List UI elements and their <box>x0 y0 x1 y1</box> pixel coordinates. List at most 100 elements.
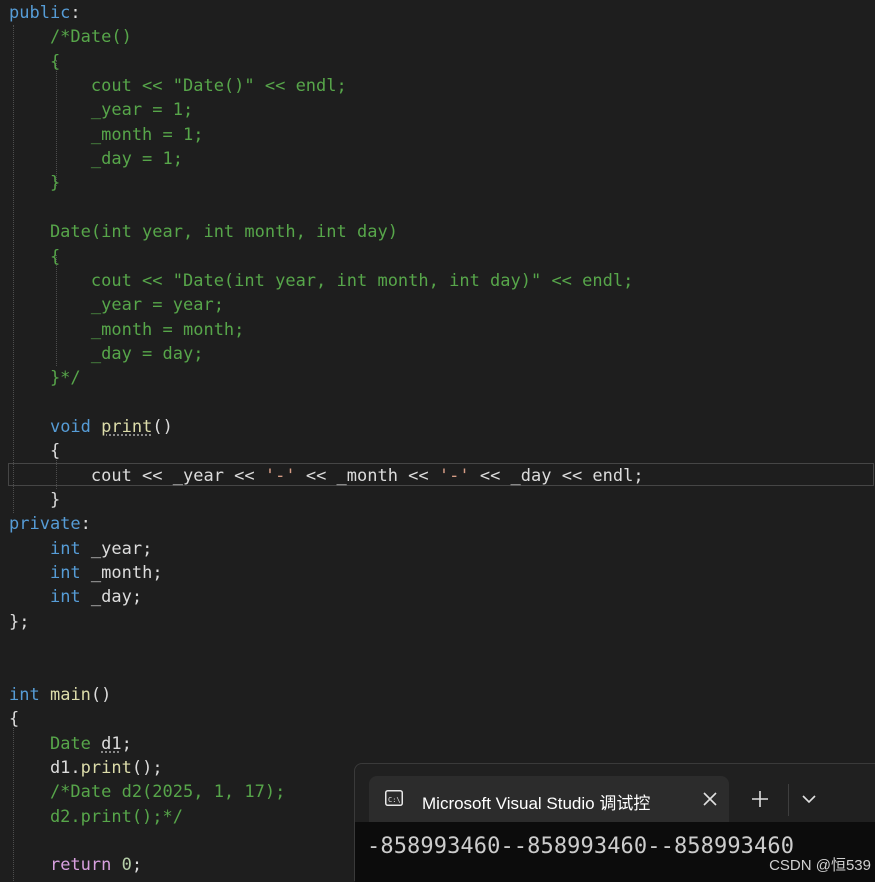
svg-text:C:\: C:\ <box>388 796 401 804</box>
code-token: << _month << <box>295 465 439 486</box>
code-line: cout << "Date(int year, int month, int d… <box>9 269 633 293</box>
code-token: main <box>49 684 91 705</box>
code-token: void <box>49 416 91 437</box>
code-token: print <box>80 757 132 778</box>
watermark: CSDN @恒539 <box>769 857 871 874</box>
code-token: d1 <box>101 733 122 754</box>
code-token: _month; <box>80 563 163 584</box>
code-token: _month = 1; <box>9 124 204 145</box>
code-line: }; <box>9 610 29 634</box>
code-line: _day = 1; <box>9 147 183 171</box>
code-line: _month = month; <box>9 318 245 342</box>
code-token: } <box>9 490 61 510</box>
code-line: { <box>9 245 60 269</box>
code-token: return <box>49 855 112 876</box>
code-line: int _year; <box>9 537 152 561</box>
console-icon: C:\ <box>385 790 403 806</box>
code-line: _month = 1; <box>9 123 204 147</box>
terminal-tab-title: Microsoft Visual Studio 调试控 <box>422 794 651 813</box>
code-token: cout << "Date()" << endl; <box>9 76 347 97</box>
code-token: _year; <box>80 538 153 559</box>
code-token: print <box>101 416 153 437</box>
code-token: _day = 1; <box>9 149 183 170</box>
code-token: d1. <box>9 757 81 778</box>
code-token: cout << "Date(int year, int month, int d… <box>9 270 634 291</box>
terminal-output: -858993460--858993460--858993460 <box>367 834 795 859</box>
terminal-tab-bar: C:\ Microsoft Visual Studio 调试控 <box>355 764 875 822</box>
code-line: }*/ <box>9 366 81 390</box>
code-token: (); <box>131 757 163 778</box>
code-line: /*Date() <box>9 25 132 49</box>
code-line: void print() <box>9 415 173 439</box>
code-token: : <box>80 514 91 535</box>
code-token: { <box>9 51 61 72</box>
plus-icon[interactable] <box>749 788 771 810</box>
code-line: { <box>9 439 60 463</box>
code-token: { <box>9 441 61 462</box>
code-line: _year = 1; <box>9 98 193 122</box>
code-line: int _day; <box>9 585 142 609</box>
code-token: Date(int year, int month, int day) <box>9 222 398 243</box>
code-token: }; <box>9 611 30 632</box>
terminal-tab[interactable]: C:\ Microsoft Visual Studio 调试控 <box>369 776 729 822</box>
code-token: << _day << endl; <box>469 465 644 486</box>
code-token: ; <box>131 855 143 876</box>
code-token: 0 <box>121 855 132 876</box>
code-token: /*Date d2(2025, 1, 17); <box>9 782 286 803</box>
tab-separator <box>788 784 789 816</box>
code-line: cout << _year << '-' << _month << '-' <<… <box>9 464 644 488</box>
code-token: { <box>9 709 20 730</box>
code-token: _month = month; <box>9 319 245 340</box>
close-icon[interactable] <box>699 788 721 810</box>
code-token: '-' <box>264 465 296 486</box>
code-line: d2.print();*/ <box>9 805 183 829</box>
code-line: _day = day; <box>9 342 204 366</box>
code-token: int <box>49 538 81 559</box>
code-line: } <box>9 171 60 195</box>
code-token: } <box>9 173 61 194</box>
code-token: _year = year; <box>9 295 224 316</box>
code-token: d2.print();*/ <box>9 806 183 827</box>
code-token: /*Date() <box>9 27 132 48</box>
code-line: /*Date d2(2025, 1, 17); <box>9 780 285 804</box>
code-editor[interactable]: public: /*Date() { cout << "Date()" << e… <box>0 0 875 881</box>
code-token: int <box>49 563 81 584</box>
code-token: _year = 1; <box>9 100 194 121</box>
chevron-down-icon[interactable] <box>799 790 819 808</box>
code-line: cout << "Date()" << endl; <box>9 74 347 98</box>
code-line: int _month; <box>9 561 163 585</box>
code-token: : <box>70 3 81 23</box>
code-token: Date <box>49 733 91 754</box>
code-token: _day = day; <box>9 343 204 364</box>
code-line: { <box>9 50 60 74</box>
code-token: public <box>9 3 71 23</box>
code-line: return 0; <box>9 853 142 877</box>
code-token: }*/ <box>9 368 81 389</box>
code-token: '-' <box>438 465 470 486</box>
code-token: () <box>90 684 112 705</box>
code-token: () <box>152 416 173 437</box>
code-line: } <box>9 488 60 512</box>
code-line: int main() <box>9 683 111 707</box>
code-line: private: <box>9 512 91 536</box>
code-line: d1.print(); <box>9 756 163 780</box>
code-token: { <box>9 246 61 267</box>
code-line: Date(int year, int month, int day) <box>9 220 398 244</box>
code-token: int <box>9 684 40 705</box>
code-token: private <box>9 514 81 535</box>
code-token: _day; <box>80 587 143 608</box>
code-token: ; <box>121 733 132 754</box>
code-line: _year = year; <box>9 293 224 317</box>
code-line: { <box>9 707 19 731</box>
code-line: Date d1; <box>9 732 132 756</box>
code-line: public: <box>9 1 81 25</box>
